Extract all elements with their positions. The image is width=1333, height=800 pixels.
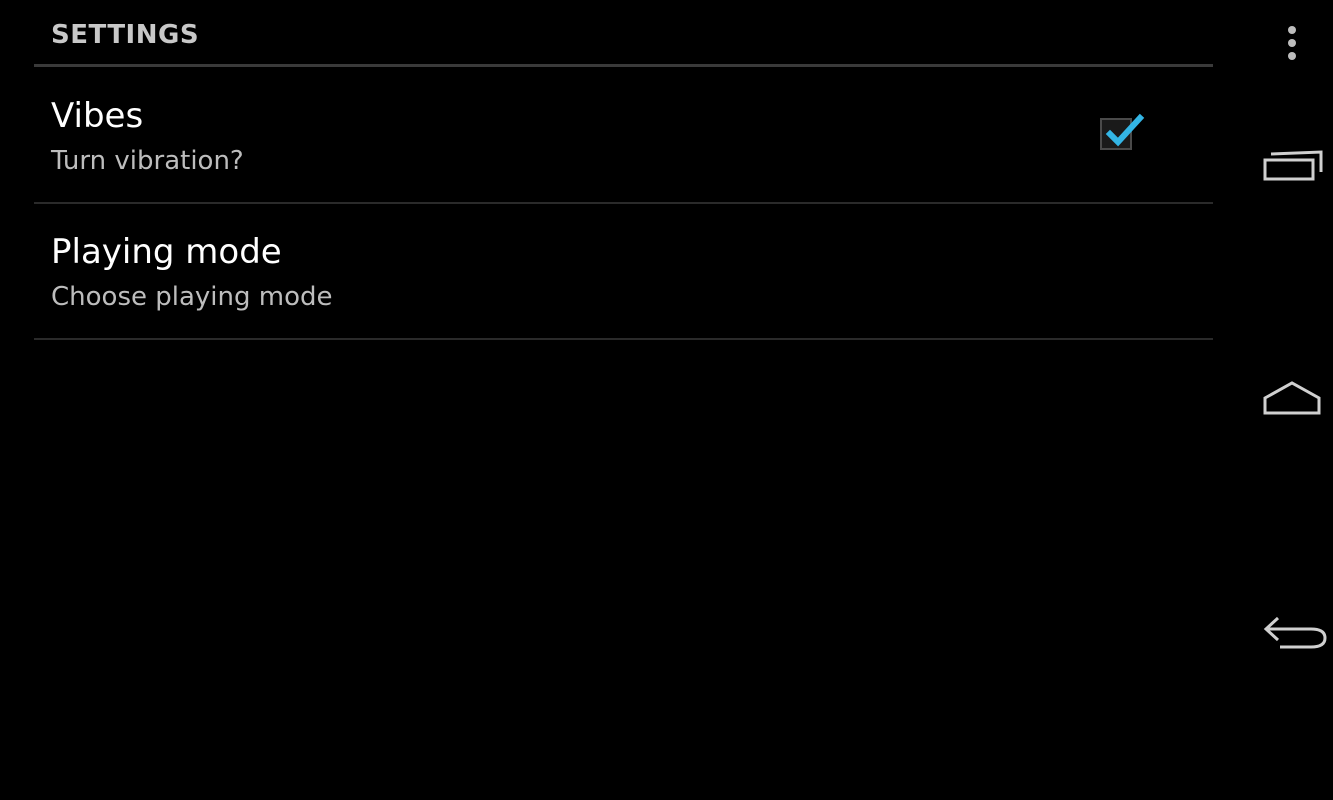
settings-category-header: SETTINGS xyxy=(34,0,1213,67)
settings-content: SETTINGS Vibes Turn vibration? Playing m… xyxy=(0,0,1248,800)
recent-apps-icon xyxy=(1263,150,1323,181)
pref-vibes-title: Vibes xyxy=(51,96,144,136)
home-icon xyxy=(1263,381,1321,415)
overflow-menu-icon xyxy=(1288,26,1296,60)
pref-vibes-summary: Turn vibration? xyxy=(51,146,244,176)
pref-playing-mode[interactable]: Playing mode Choose playing mode xyxy=(34,204,1213,340)
category-title: SETTINGS xyxy=(51,20,200,50)
pref-playing-mode-title: Playing mode xyxy=(51,232,282,272)
pref-playing-mode-summary: Choose playing mode xyxy=(51,282,333,312)
overflow-menu-button[interactable] xyxy=(1258,14,1333,74)
pref-vibes[interactable]: Vibes Turn vibration? xyxy=(34,68,1213,204)
vibes-checkbox[interactable] xyxy=(1100,113,1145,150)
back-button[interactable] xyxy=(1258,600,1333,660)
checkmark-icon xyxy=(1105,113,1145,147)
home-button[interactable] xyxy=(1258,368,1333,428)
screen: SETTINGS Vibes Turn vibration? Playing m… xyxy=(0,0,1333,800)
back-icon xyxy=(1263,616,1327,649)
recent-apps-button[interactable] xyxy=(1258,137,1333,197)
navigation-bar xyxy=(1248,0,1333,800)
